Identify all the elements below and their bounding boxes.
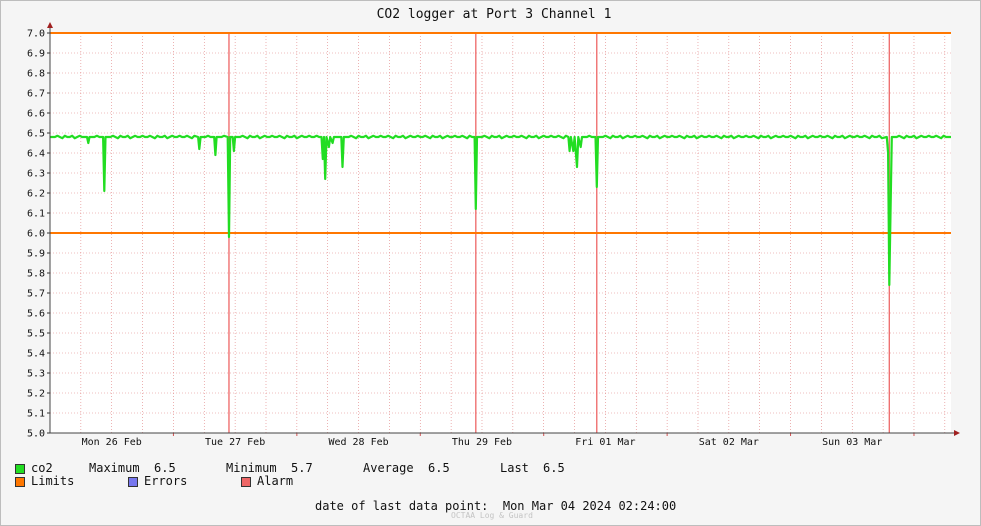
y-tick-label: 5.9	[27, 249, 45, 260]
x-tick-label: Sun 03 Mar	[822, 437, 882, 448]
y-tick-label: 6.4	[27, 149, 45, 160]
y-tick-label: 5.8	[27, 269, 45, 280]
x-tick-label: Wed 28 Feb	[328, 437, 388, 448]
y-tick-label: 5.3	[27, 369, 45, 380]
y-tick-label: 5.2	[27, 389, 45, 400]
x-tick-label: Tue 27 Feb	[205, 437, 265, 448]
y-tick-label: 6.6	[27, 109, 45, 120]
y-tick-label: 5.6	[27, 309, 45, 320]
errors-swatch	[128, 476, 138, 487]
y-tick-label: 6.1	[27, 209, 45, 220]
x-axis-arrow	[954, 430, 960, 436]
y-tick-label: 6.5	[27, 129, 45, 140]
chart-title: CO2 logger at Port 3 Channel 1	[377, 7, 612, 22]
y-tick-label: 7.0	[27, 29, 45, 40]
y-tick-label: 6.7	[27, 89, 45, 100]
x-tick-label: Mon 26 Feb	[82, 437, 142, 448]
y-tick-label: 6.3	[27, 169, 45, 180]
x-tick-label: Thu 29 Feb	[452, 437, 512, 448]
y-tick-label: 6.0	[27, 229, 45, 240]
legend-last-value: 6.5	[543, 461, 565, 475]
legend-alarm-label: Alarm	[257, 474, 294, 488]
watermark: OCTAA Log & Guard	[451, 511, 533, 520]
limits-swatch	[15, 476, 25, 487]
legend-average-label: Average	[363, 461, 414, 475]
y-tick-label: 5.0	[27, 429, 45, 440]
legend-minimum-value: 5.7	[291, 461, 313, 475]
legend-limits-label: Limits	[31, 474, 75, 488]
y-tick-label: 6.9	[27, 49, 45, 60]
y-tick-label: 6.8	[27, 69, 45, 80]
y-tick-label: 5.7	[27, 289, 45, 300]
legend-row-status: Limits Errors Alarm	[15, 475, 565, 488]
x-tick-label: Fri 01 Mar	[575, 437, 635, 448]
y-tick-label: 5.5	[27, 329, 45, 340]
legend-last-label: Last	[500, 461, 529, 475]
y-axis-arrow	[47, 22, 53, 28]
legend-average-value: 6.5	[428, 461, 450, 475]
y-tick-label: 5.4	[27, 349, 45, 360]
legend: co2 Maximum 6.5 Minimum 5.7 Average 6.5 …	[15, 462, 565, 488]
legend-errors-label: Errors	[144, 474, 188, 488]
alarm-swatch	[241, 476, 251, 487]
co2-chart: 5.0 5.1 5.2 5.3 5.4 5.5 5.6 5.7 5.8 5.9 6.0 6.1 6.2 6…	[27, 7, 960, 448]
y-tick-label: 5.1	[27, 409, 45, 420]
y-tick-label: 6.2	[27, 189, 45, 200]
x-tick-label: Sat 02 Mar	[699, 437, 759, 448]
co2-swatch	[15, 463, 25, 474]
